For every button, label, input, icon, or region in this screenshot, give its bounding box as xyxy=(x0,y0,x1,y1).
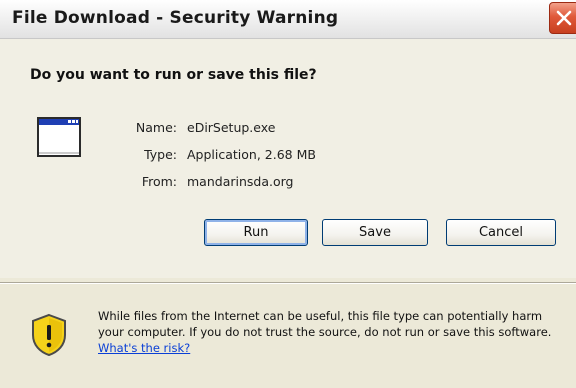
from-label: From: xyxy=(141,174,177,189)
type-label: Type: xyxy=(144,147,177,162)
file-source-value: mandarinsda.org xyxy=(187,174,294,189)
security-shield-warning-icon xyxy=(32,313,66,357)
name-label: Name: xyxy=(135,120,177,135)
application-window-icon xyxy=(37,117,81,157)
security-warning-message: While files from the Internet can be use… xyxy=(98,308,568,356)
file-download-dialog: File Download - Security Warning Do you … xyxy=(0,0,576,388)
close-button[interactable] xyxy=(549,2,576,34)
save-button[interactable]: Save xyxy=(322,219,428,246)
title-bar[interactable]: File Download - Security Warning xyxy=(0,0,576,39)
run-button[interactable]: Run xyxy=(204,219,308,246)
dialog-question: Do you want to run or save this file? xyxy=(30,67,317,83)
whats-the-risk-link[interactable]: What's the risk? xyxy=(98,341,190,355)
file-name-value: eDirSetup.exe xyxy=(187,120,276,135)
warning-text: While files from the Internet can be use… xyxy=(98,309,552,339)
close-icon xyxy=(556,10,572,26)
separator-highlight xyxy=(0,283,576,284)
cancel-button[interactable]: Cancel xyxy=(446,219,556,246)
window-title: File Download - Security Warning xyxy=(12,8,339,28)
file-type-value: Application, 2.68 MB xyxy=(187,147,316,162)
